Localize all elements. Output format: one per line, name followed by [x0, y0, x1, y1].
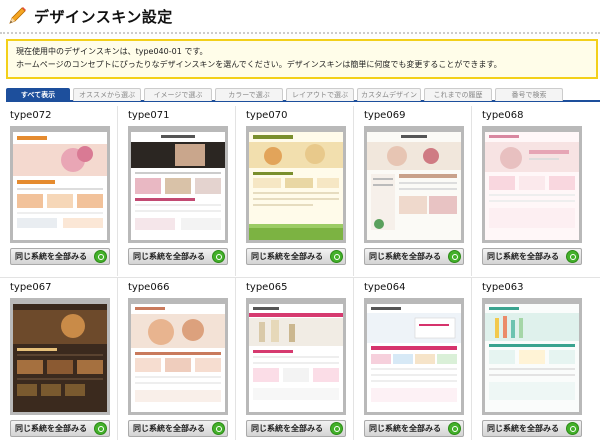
tab-color[interactable]: カラーで選ぶ: [215, 88, 283, 101]
tab-search-number[interactable]: 番号で検索: [495, 88, 563, 101]
view-same-series-button[interactable]: 同じ系統を全部みる: [482, 248, 582, 265]
button-label: 同じ系統を全部みる: [15, 252, 87, 261]
button-label: 同じ系統を全部みる: [251, 252, 323, 261]
view-same-series-button[interactable]: 同じ系統を全部みる: [10, 420, 110, 437]
search-icon: [94, 422, 107, 435]
button-label: 同じ系統を全部みる: [133, 424, 205, 433]
skin-thumbnail[interactable]: ● ● ●: [128, 126, 228, 243]
search-icon: [330, 422, 343, 435]
search-icon: [330, 250, 343, 263]
skin-name: type070: [246, 110, 288, 121]
notice-line-1: 現在使用中のデザインスキンは、type040-01 です。: [16, 47, 208, 56]
page-header: デザインスキン設定: [0, 0, 600, 34]
skin-card-type071: type071 ● ● ● 同じ系統を全部みる: [118, 106, 236, 276]
tab-layout[interactable]: レイアウトで選ぶ: [286, 88, 354, 101]
skin-thumbnail[interactable]: ● ● ●: [10, 298, 110, 415]
skin-card-type069: type069 ● ● ● 同じ系統を全部みる: [354, 106, 472, 276]
view-same-series-button[interactable]: 同じ系統を全部みる: [482, 420, 582, 437]
skin-name: type066: [128, 282, 170, 293]
skin-card-type070: type070 ● ● ● 同じ系統を全部みる: [236, 106, 354, 276]
skin-name: type067: [10, 282, 52, 293]
skin-name: type071: [128, 110, 170, 121]
skin-card-type066: type066 ● ● ● 同じ系統を全部みる: [118, 278, 236, 440]
button-label: 同じ系統を全部みる: [369, 252, 441, 261]
skin-thumbnail[interactable]: ● ● ●: [482, 298, 582, 415]
button-label: 同じ系統を全部みる: [133, 252, 205, 261]
button-label: 同じ系統を全部みる: [369, 424, 441, 433]
view-same-series-button[interactable]: 同じ系統を全部みる: [128, 420, 228, 437]
view-same-series-button[interactable]: 同じ系統を全部みる: [246, 248, 346, 265]
page-title: デザインスキン設定: [34, 7, 173, 26]
button-label: 同じ系統を全部みる: [251, 424, 323, 433]
skin-name: type072: [10, 110, 52, 121]
view-same-series-button[interactable]: 同じ系統を全部みる: [128, 248, 228, 265]
pencil-icon: [6, 5, 28, 27]
skin-card-type068: type068 ● ● ● 同じ系統を全部みる: [472, 106, 590, 276]
search-icon: [212, 250, 225, 263]
view-same-series-button[interactable]: 同じ系統を全部みる: [246, 420, 346, 437]
search-icon: [448, 422, 461, 435]
skin-name: type065: [246, 282, 288, 293]
button-label: 同じ系統を全部みる: [487, 424, 559, 433]
skin-thumbnail[interactable]: ● ● ●: [364, 126, 464, 243]
skin-row: type067 ● ● ● 同じ系統を全部みる type066 ● ● ● 同じ…: [0, 277, 600, 440]
search-icon: [212, 422, 225, 435]
skin-name: type064: [364, 282, 406, 293]
skin-thumbnail[interactable]: ● ● ●: [246, 126, 346, 243]
skin-name: type068: [482, 110, 524, 121]
view-same-series-button[interactable]: 同じ系統を全部みる: [364, 248, 464, 265]
tab-history[interactable]: これまでの履歴: [424, 88, 492, 101]
view-same-series-button[interactable]: 同じ系統を全部みる: [364, 420, 464, 437]
view-same-series-button[interactable]: 同じ系統を全部みる: [10, 248, 110, 265]
tab-recommended[interactable]: オススメから選ぶ: [73, 88, 141, 101]
tab-all[interactable]: すべて表示: [6, 88, 70, 101]
skin-name: type069: [364, 110, 406, 121]
skin-row: type072 ● ● ● 同じ系統を全部みる type071 ● ● ● 同じ…: [0, 106, 600, 276]
skin-card-type072: type072 ● ● ● 同じ系統を全部みる: [0, 106, 118, 276]
skin-thumbnail[interactable]: ● ● ●: [482, 126, 582, 243]
skin-card-type065: type065 ● ● ● 同じ系統を全部みる: [236, 278, 354, 440]
filter-tabs: すべて表示 オススメから選ぶ イメージで選ぶ カラーで選ぶ レイアウトで選ぶ カ…: [6, 88, 600, 102]
skin-thumbnail[interactable]: ● ● ●: [10, 126, 110, 243]
button-label: 同じ系統を全部みる: [487, 252, 559, 261]
notice-line-2: ホームページのコンセプトにぴったりなデザインスキンを選んでください。デザインスキ…: [16, 60, 502, 69]
search-icon: [566, 422, 579, 435]
skin-thumbnail[interactable]: ● ● ●: [246, 298, 346, 415]
skin-thumbnail[interactable]: ● ● ●: [364, 298, 464, 415]
search-icon: [566, 250, 579, 263]
skin-card-type067: type067 ● ● ● 同じ系統を全部みる: [0, 278, 118, 440]
skin-thumbnail[interactable]: ● ● ●: [128, 298, 228, 415]
skin-card-type063: type063 ● ● ● 同じ系統を全部みる: [472, 278, 590, 440]
skin-card-type064: type064 ● ● ● 同じ系統を全部みる: [354, 278, 472, 440]
tab-custom-design[interactable]: カスタムデザイン: [357, 88, 421, 101]
search-icon: [94, 250, 107, 263]
current-skin-notice: 現在使用中のデザインスキンは、type040-01 です。 ホームページのコンセ…: [6, 39, 598, 79]
button-label: 同じ系統を全部みる: [15, 424, 87, 433]
search-icon: [448, 250, 461, 263]
tab-image[interactable]: イメージで選ぶ: [144, 88, 212, 101]
skin-name: type063: [482, 282, 524, 293]
